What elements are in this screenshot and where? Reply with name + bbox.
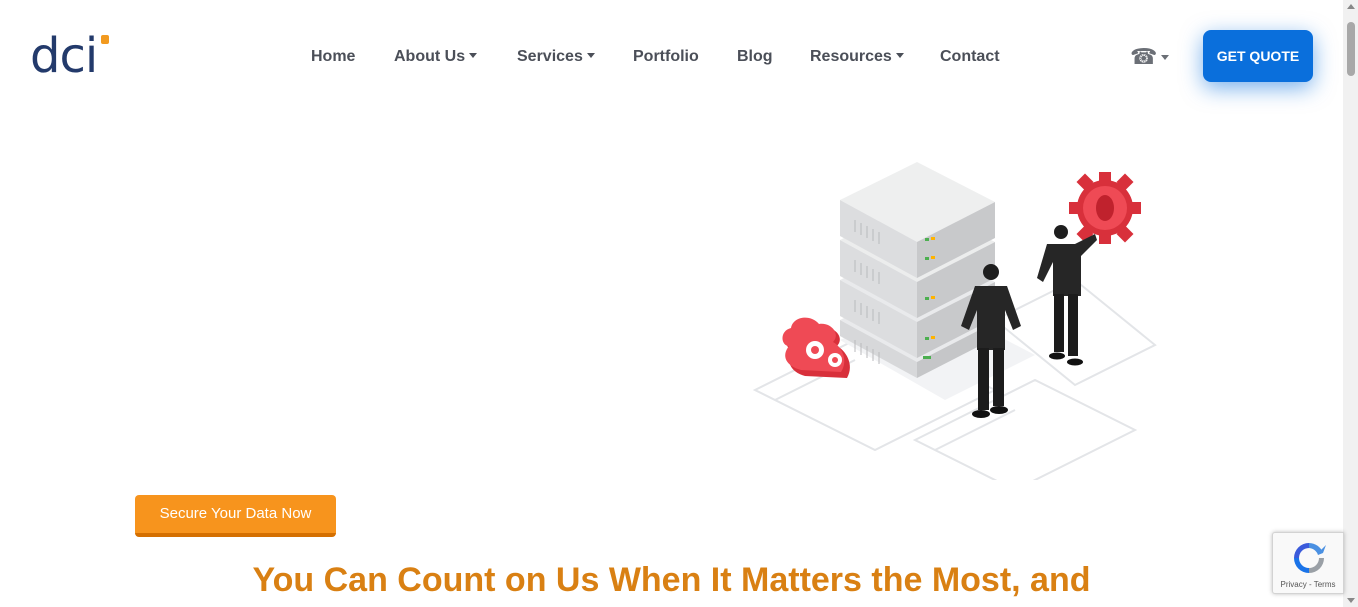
nav-home[interactable]: Home [311,46,355,68]
recaptcha-links[interactable]: Privacy - Terms [1273,580,1343,589]
scroll-down-icon[interactable] [1347,598,1355,603]
caret-down-icon [1161,55,1170,60]
nav-about-us-label: About Us [394,48,466,65]
get-quote-button[interactable]: GET QUOTE [1203,30,1313,82]
dci-logo[interactable]: dci [30,30,120,82]
server-illustration [752,162,1157,480]
phone-icon: ☎ [1130,44,1158,69]
caret-down-icon [469,53,478,58]
nav-contact[interactable]: Contact [940,46,1000,68]
page-scrollbar[interactable] [1343,0,1358,607]
logo-dot [101,35,109,44]
caret-down-icon [586,53,595,58]
gear-icon [1069,172,1141,244]
nav-resources[interactable]: Resources [810,46,904,68]
recaptcha-icon [1294,543,1326,573]
logo-text: dci [30,28,98,84]
cloud-gear-icon [782,317,850,378]
site-header: dci Home About Us Services Portfolio Blo… [0,0,1343,112]
nav-services[interactable]: Services [517,46,595,68]
nav-portfolio[interactable]: Portfolio [633,46,699,68]
nav-home-label: Home [311,48,356,65]
recaptcha-badge[interactable]: Privacy - Terms [1272,532,1344,594]
nav-resources-label: Resources [810,48,892,65]
nav-portfolio-label: Portfolio [633,48,699,65]
scroll-up-icon[interactable] [1347,4,1355,9]
nav-services-label: Services [517,48,583,65]
nav-contact-label: Contact [940,48,1000,65]
hero-headline: You Can Count on Us When It Matters the … [252,561,1091,599]
nav-blog[interactable]: Blog [737,46,773,68]
nav-blog-label: Blog [737,48,773,65]
nav-about-us[interactable]: About Us [394,46,478,68]
server-stack [840,162,995,378]
scroll-thumb[interactable] [1347,22,1355,76]
secure-data-button[interactable]: Secure Your Data Now [135,495,336,537]
phone-dropdown[interactable]: ☎ [1130,44,1170,70]
caret-down-icon [895,53,904,58]
